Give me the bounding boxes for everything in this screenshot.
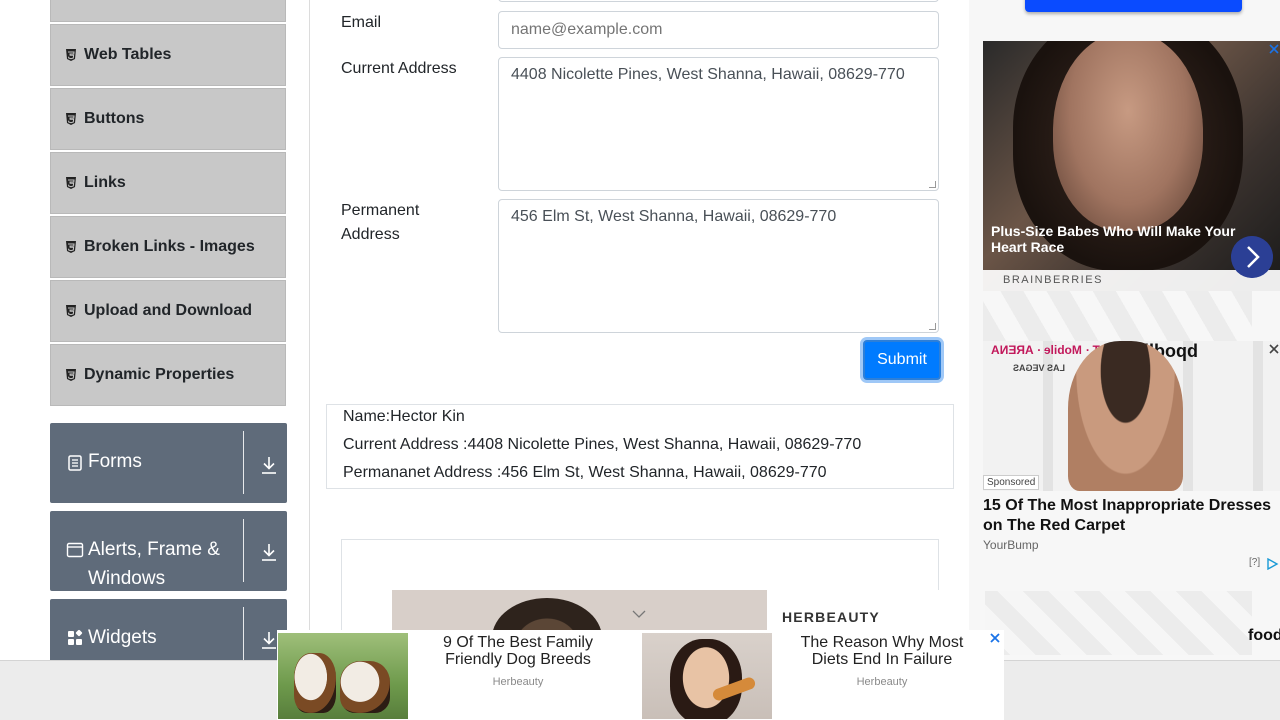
permanent-address-textarea[interactable]: 456 Elm St, West Shanna, Hawaii, 08629-7…: [498, 199, 939, 333]
ad-image-face: [1053, 41, 1203, 231]
current-address-value: 4408 Nicolette Pines, West Shanna, Hawai…: [511, 66, 905, 83]
chevron-down-icon[interactable]: [632, 610, 646, 619]
herbeauty-label: HERBEAUTY: [767, 590, 967, 630]
widgets-icon: [68, 629, 83, 645]
bottom-ad-title[interactable]: The Reason Why Most Diets End In Failure: [782, 634, 982, 668]
permanent-address-label-line2: Address: [341, 226, 400, 243]
sidebar-item-upload-download[interactable]: Upload and Download: [50, 280, 286, 342]
group-divider: [243, 519, 244, 582]
sidebar-item-buttons[interactable]: Buttons: [50, 88, 286, 150]
sidebar-group-label: Alerts, Frame &: [88, 539, 220, 560]
bottom-ad-banner[interactable]: 9 Of The Best Family Friendly Dog Breeds…: [277, 630, 1004, 720]
group-divider: [243, 431, 244, 494]
sidebar-group-label: Widgets: [88, 627, 157, 648]
page: Web Tables Buttons Links Broken Links - …: [0, 0, 1280, 720]
output-name: Name:Hector Kin: [343, 408, 465, 425]
close-icon[interactable]: [989, 632, 1001, 644]
document-icon: [68, 455, 82, 471]
adchoices-icon[interactable]: [1266, 558, 1280, 570]
output-permanent-address: Permananet Address :456 Elm St, West Sha…: [343, 464, 827, 481]
sidebar-item-label: Buttons: [84, 110, 145, 127]
sidebar-item-web-tables[interactable]: Web Tables: [50, 24, 286, 86]
download-icon[interactable]: [260, 455, 278, 475]
previous-field-partial[interactable]: [498, 0, 939, 2]
ad-caption: Plus-Size Babes Who Will Make Your Heart…: [991, 223, 1236, 255]
sidebar-item-label: Broken Links - Images: [84, 238, 255, 255]
sidebar-group-label: Forms: [88, 451, 142, 472]
current-address-label: Current Address: [341, 60, 457, 77]
resize-handle-icon[interactable]: [929, 181, 936, 188]
bottom-ad-source: Herbeauty: [492, 676, 544, 688]
sponsored-badge: Sponsored: [983, 475, 1040, 490]
ad-logo-left: T · Mobile · ARENA: [991, 343, 1100, 357]
sidebar-item-label: Web Tables: [84, 46, 172, 63]
sidebar-item-label: Dynamic Properties: [84, 366, 235, 383]
ad-brainberries[interactable]: Plus-Size Babes Who Will Make Your Heart…: [983, 41, 1280, 291]
html5-icon: [66, 369, 76, 381]
sidebar-item-partial[interactable]: [50, 0, 286, 22]
html5-icon: [66, 241, 76, 253]
ad-partial-text: food: [1248, 627, 1280, 644]
sidebar-group-alerts-frame-windows[interactable]: Alerts, Frame & Windows: [50, 511, 287, 591]
ad-brand: BRAINBERRIES: [983, 270, 1280, 291]
ad-pattern: [983, 291, 1252, 341]
current-address-textarea[interactable]: 4408 Nicolette Pines, West Shanna, Hawai…: [498, 57, 939, 191]
ad-thumbnail-woman[interactable]: [642, 633, 772, 719]
permanent-address-value: 456 Elm St, West Shanna, Hawaii, 08629-7…: [511, 208, 837, 225]
dog-image: [340, 661, 390, 713]
bottom-ad-title[interactable]: 9 Of The Best Family Friendly Dog Breeds: [418, 634, 618, 668]
bottom-ad-source: Herbeauty: [856, 676, 908, 688]
download-icon[interactable]: [260, 542, 278, 562]
ad-yourbump-image[interactable]: T · Mobile · ARENA LAS VEGAS bpodllid: [983, 341, 1280, 491]
ad-image-figure: [1068, 341, 1183, 491]
ad-cta-button[interactable]: [1025, 0, 1242, 12]
ad-info-link[interactable]: [?]: [1249, 557, 1260, 568]
ad-pattern: [985, 591, 1252, 655]
ad-thumbnail-dogs[interactable]: [278, 633, 408, 719]
html5-icon: [66, 49, 76, 61]
window-icon: [66, 542, 84, 558]
herbeauty-teaser-image[interactable]: [392, 590, 767, 630]
sidebar: Web Tables Buttons Links Broken Links - …: [28, 0, 310, 679]
permanent-address-label: Permanent: [341, 202, 420, 219]
email-label: Email: [341, 14, 382, 31]
teaser-image-person: [492, 598, 602, 630]
close-icon[interactable]: [1268, 43, 1280, 55]
output-current-address: Current Address :4408 Nicolette Pines, W…: [343, 436, 862, 453]
sidebar-item-links[interactable]: Links: [50, 152, 286, 214]
sidebar-group-label: Windows: [88, 568, 166, 589]
html5-icon: [66, 113, 76, 125]
chevron-right-icon[interactable]: [1231, 236, 1273, 278]
woman-image: [670, 639, 742, 719]
html5-icon: [66, 177, 76, 189]
ad-source[interactable]: YourBump: [983, 538, 1039, 552]
close-icon[interactable]: [1268, 343, 1280, 355]
resize-handle-icon[interactable]: [929, 323, 936, 330]
dog-image: [294, 653, 336, 713]
html5-icon: [66, 305, 76, 317]
sidebar-group-forms[interactable]: Forms: [50, 423, 287, 503]
ad-logo-left-sub: LAS VEGAS: [1013, 363, 1066, 373]
download-icon[interactable]: [260, 630, 278, 650]
sidebar-item-dynamic-properties[interactable]: Dynamic Properties: [50, 344, 286, 406]
email-input[interactable]: [498, 11, 939, 49]
submit-button[interactable]: Submit: [863, 340, 941, 380]
output-panel: Name:Hector Kin Current Address :4408 Ni…: [326, 404, 954, 489]
ad-title[interactable]: 15 Of The Most Inappropriate Dresses on …: [983, 496, 1280, 536]
sidebar-item-label: Links: [84, 174, 126, 191]
sidebar-item-label: Upload and Download: [84, 302, 252, 319]
sidebar-item-broken-links[interactable]: Broken Links - Images: [50, 216, 286, 278]
